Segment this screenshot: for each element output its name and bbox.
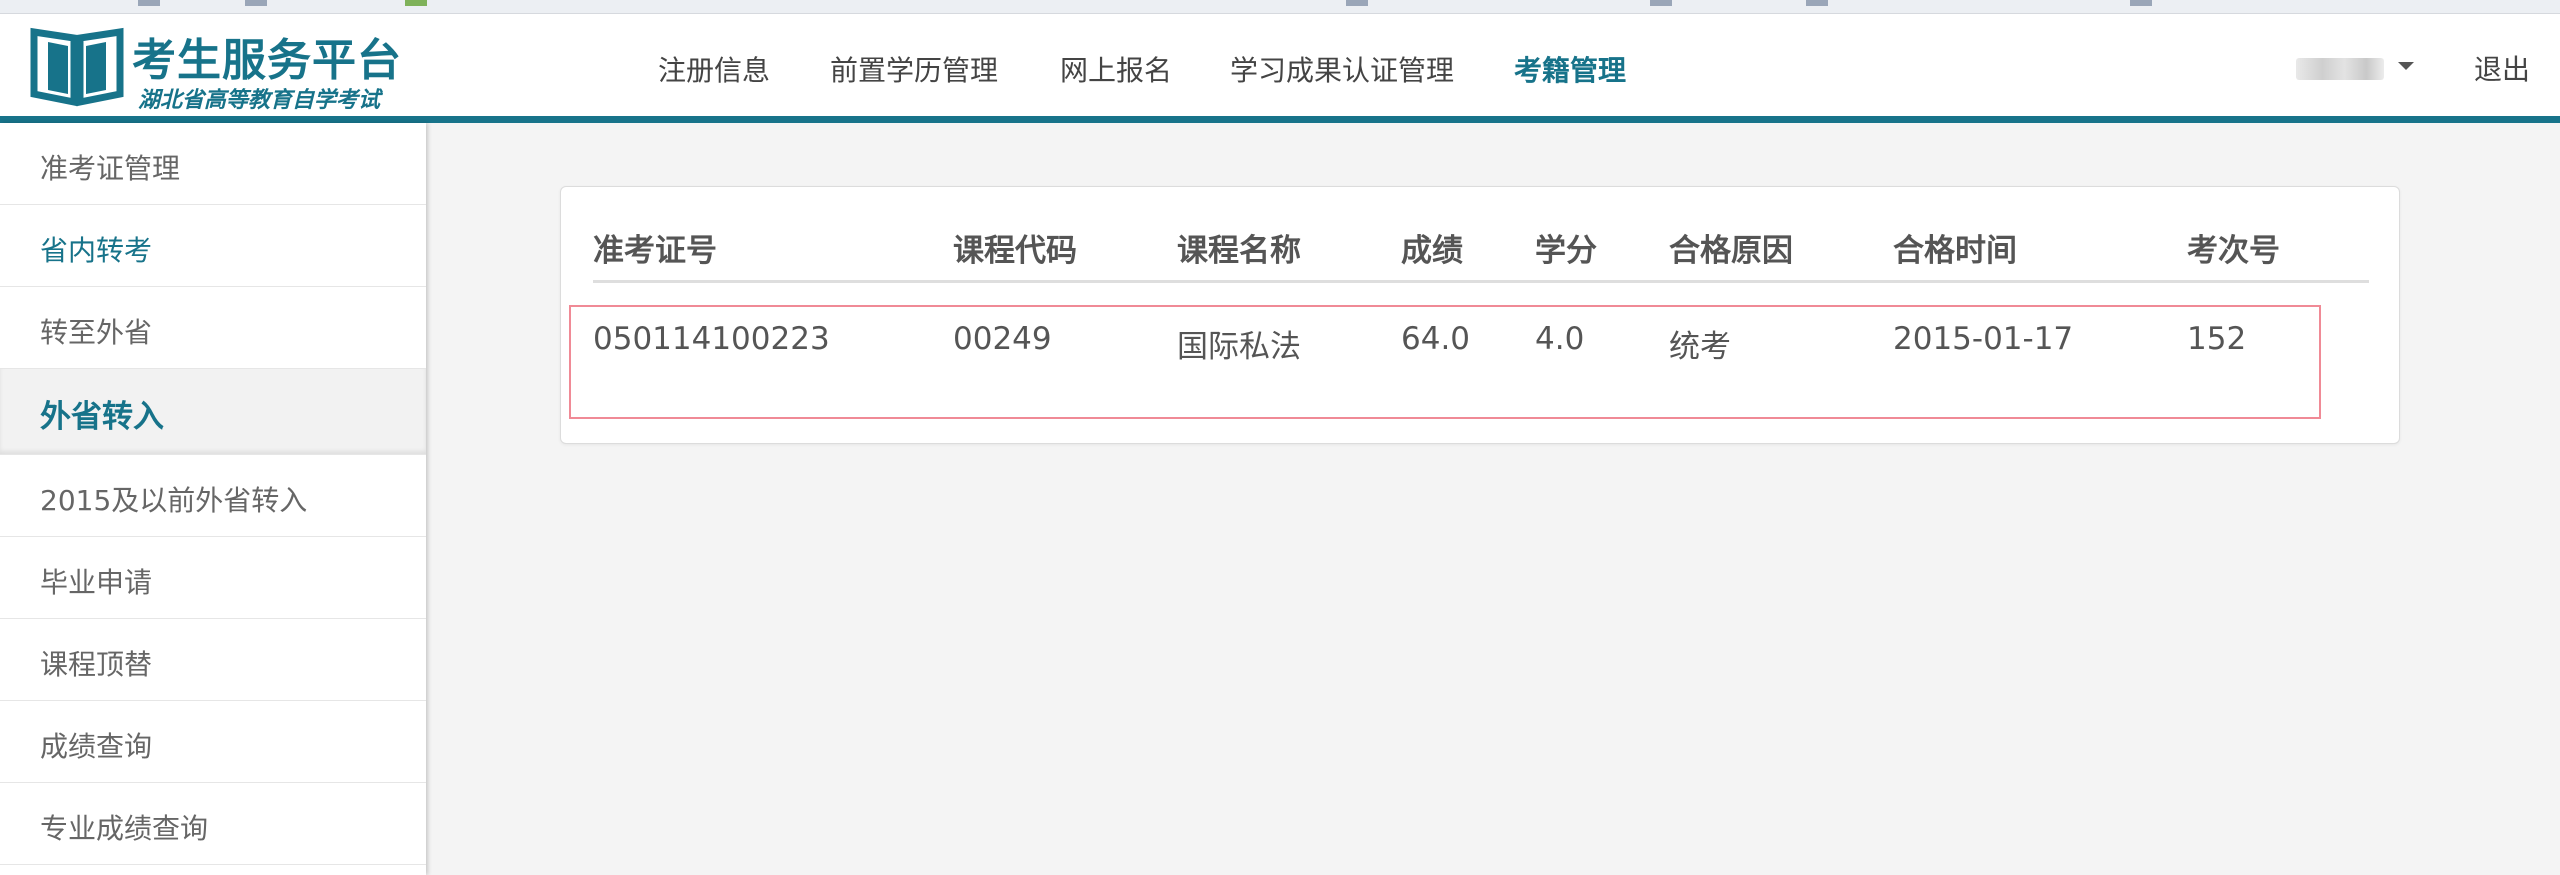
bookmark-icon[interactable] — [245, 0, 267, 6]
sidebar-group-label: 外省转入 — [40, 399, 164, 435]
cell-pass-date: 2015-01-17 — [1893, 321, 2074, 357]
sidebar-item-label: 毕业申请 — [40, 566, 153, 599]
bookmark-icon[interactable] — [405, 0, 427, 6]
results-panel: 准考证号 课程代码 课程名称 成绩 学分 合格原因 合格时间 考次号 05011… — [560, 186, 2400, 444]
sidebar-item-admission-ticket[interactable]: 准考证管理 — [0, 123, 426, 205]
bookmark-icon[interactable] — [2130, 0, 2152, 6]
sidebar-item-label: 成绩查询 — [40, 730, 153, 763]
sidebar-item-label: 课程顶替 — [40, 648, 153, 681]
logout-link[interactable]: 退出 — [2474, 48, 2530, 88]
top-header: 考生服务平台 湖北省高等教育自学考试 注册信息 前置学历管理 网上报名 学习成果… — [0, 14, 2560, 116]
sidebar-item-label: 转至外省 — [40, 316, 153, 349]
sidebar-item-label: 2015及以前外省转入 — [40, 484, 308, 517]
cell-course-code: 00249 — [953, 321, 1052, 357]
cell-score: 64.0 — [1401, 321, 1471, 357]
bookmark-icon[interactable] — [1346, 0, 1368, 6]
bookmark-icon[interactable] — [1650, 0, 1672, 6]
nav-learning-certification[interactable]: 学习成果认证管理 — [1230, 49, 1454, 89]
nav-prior-education[interactable]: 前置学历管理 — [830, 49, 998, 89]
table-header: 准考证号 课程代码 课程名称 成绩 学分 合格原因 合格时间 考次号 — [593, 225, 2369, 283]
sidebar-item-graduation-application[interactable]: 毕业申请 — [0, 537, 426, 619]
sidebar-group-transfer-in[interactable]: 外省转入 — [0, 369, 426, 455]
sidebar-item-transfer-out[interactable]: 转至外省 — [0, 287, 426, 369]
bookmark-icon[interactable] — [1806, 0, 1828, 6]
cell-credit: 4.0 — [1535, 321, 1585, 357]
column-header-ticket-no: 准考证号 — [593, 233, 717, 269]
column-header-course-name: 课程名称 — [1177, 233, 1301, 269]
nav-registration-info[interactable]: 注册信息 — [658, 49, 770, 89]
user-menu[interactable] — [2296, 54, 2392, 80]
column-header-pass-date: 合格时间 — [1893, 233, 2017, 269]
cell-exam-session: 152 — [2187, 321, 2247, 357]
main-nav: 注册信息 前置学历管理 网上报名 学习成果认证管理 考籍管理 — [0, 14, 2560, 116]
table-row[interactable]: 050114100223 00249 国际私法 64.0 4.0 统考 2015… — [569, 305, 2321, 419]
sidebar-item-label: 省内转考 — [40, 234, 153, 267]
bookmark-icon[interactable] — [138, 0, 160, 6]
column-header-score: 成绩 — [1401, 233, 1463, 269]
sidebar-item-label: 专业成绩查询 — [40, 812, 209, 845]
nav-exam-records[interactable]: 考籍管理 — [1514, 49, 1626, 89]
sidebar-item-major-score-query[interactable]: 专业成绩查询 — [0, 783, 426, 865]
cell-pass-reason: 统考 — [1669, 329, 1731, 365]
column-header-course-code: 课程代码 — [953, 233, 1077, 269]
sidebar-item-intra-province-transfer[interactable]: 省内转考 — [0, 205, 426, 287]
chevron-down-icon[interactable] — [2398, 62, 2414, 70]
browser-bookmarks-strip — [0, 0, 2560, 14]
sidebar-item-course-substitution[interactable]: 课程顶替 — [0, 619, 426, 701]
header-accent-bar — [0, 116, 2560, 123]
cell-course-name: 国际私法 — [1177, 329, 1301, 365]
column-header-credit: 学分 — [1535, 233, 1597, 269]
column-header-exam-session: 考次号 — [2187, 233, 2280, 269]
sidebar-item-label: 准考证管理 — [40, 152, 181, 185]
nav-online-registration[interactable]: 网上报名 — [1060, 49, 1172, 89]
cell-ticket-no: 050114100223 — [593, 321, 830, 357]
sidebar-item-transfer-in-2015[interactable]: 2015及以前外省转入 — [0, 455, 426, 537]
column-header-pass-reason: 合格原因 — [1669, 233, 1793, 269]
sidebar-item-score-query[interactable]: 成绩查询 — [0, 701, 426, 783]
user-name-redacted — [2296, 58, 2384, 80]
sidebar: 准考证管理 省内转考 转至外省 外省转入 2015及以前外省转入 毕业申请 课程… — [0, 123, 426, 875]
